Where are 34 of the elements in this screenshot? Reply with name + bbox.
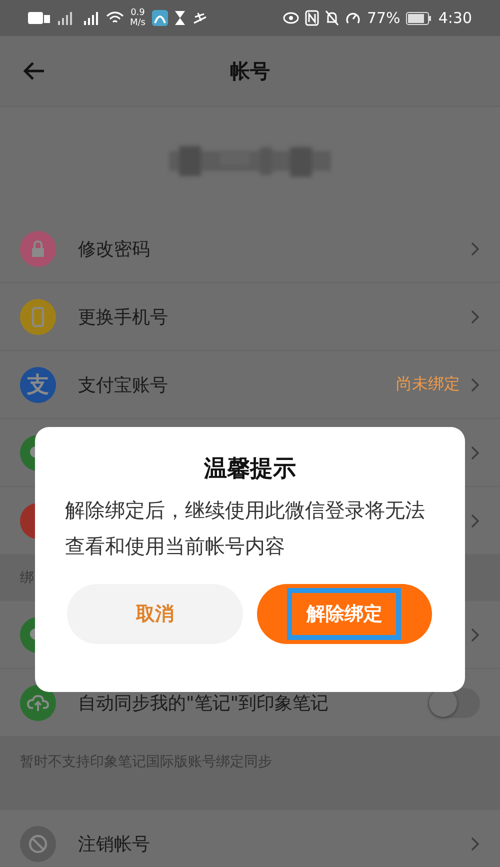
page-title: 帐号 (230, 58, 270, 84)
binding-status: 尚未绑定 (396, 374, 460, 395)
gauge-icon (344, 10, 361, 26)
bell-off-icon (324, 10, 339, 26)
nfc-icon (304, 10, 319, 26)
status-time: 4:30 (438, 9, 472, 27)
chevron-icon[interactable] (470, 240, 480, 256)
row-label: 更换手机号 (78, 306, 168, 328)
chevron-icon[interactable] (470, 626, 480, 642)
glyph-icon: 支 (20, 366, 56, 402)
chevron-icon[interactable] (470, 444, 480, 460)
chevron-icon[interactable] (470, 308, 480, 324)
row-label: 修改密码 (78, 238, 150, 260)
speed-unit: M/s (130, 18, 146, 28)
battery-icon (406, 12, 432, 24)
cancel-button[interactable]: 取消 (67, 584, 242, 644)
unbind-button[interactable]: 解除绑定 (256, 584, 432, 644)
row-label: 自动同步我的"笔记"到印象笔记 (78, 692, 329, 714)
hourglass-icon (174, 10, 186, 26)
speed-value: 0.9 (130, 8, 145, 18)
eye-icon (282, 12, 299, 24)
chevron-icon[interactable] (470, 512, 480, 528)
battery-percent: 77% (366, 9, 400, 27)
toggle-switch[interactable] (428, 688, 480, 718)
wifi-icon (106, 11, 124, 25)
dialog-title: 温馨提示 (202, 455, 297, 484)
chevron-icon[interactable] (470, 376, 480, 392)
chevron-icon[interactable] (470, 836, 480, 852)
row-label: 支付宝账号 (78, 374, 168, 396)
app-icon (152, 10, 168, 26)
row-label: 注销帐号 (78, 832, 150, 856)
back-arrow-icon[interactable] (22, 61, 46, 81)
dialog-message: 解除绑定后，继续使用此微信登录将无法查看和使用当前帐号内容 (65, 497, 426, 560)
signal-icon (56, 11, 74, 25)
